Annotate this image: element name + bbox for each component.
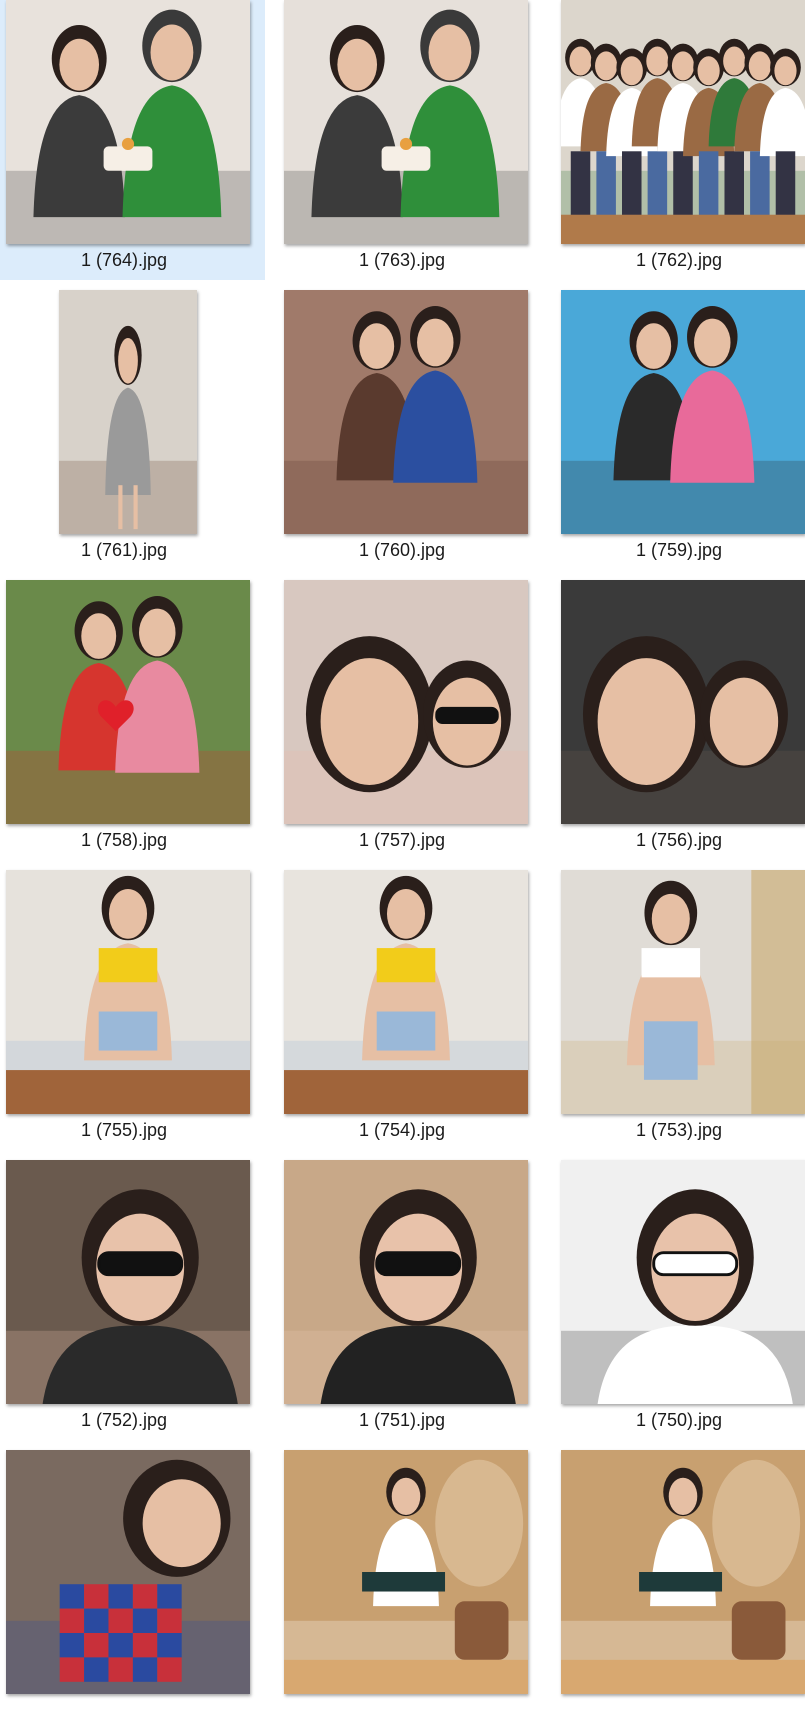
photo-image	[284, 580, 528, 824]
file-thumbnail[interactable]	[561, 1450, 805, 1694]
file-name-label: 1 (755).jpg	[80, 1120, 168, 1140]
file-tile[interactable]: 1 (752).jpg	[0, 1160, 265, 1440]
photo-image	[561, 1160, 805, 1404]
file-thumbnail[interactable]	[561, 1160, 805, 1404]
photo-image	[6, 870, 250, 1114]
file-tile[interactable]: 1 (751).jpg	[278, 1160, 543, 1440]
file-name-label: 1 (761).jpg	[80, 540, 168, 560]
file-thumbnail[interactable]	[6, 1450, 250, 1694]
file-tile[interactable]: 1 (763).jpg	[278, 0, 543, 280]
file-tile[interactable]: 1 (759).jpg	[555, 290, 805, 570]
photo-image	[6, 0, 250, 244]
file-thumbnail[interactable]	[284, 870, 528, 1114]
photo-image	[561, 0, 805, 244]
file-name-label: 1 (753).jpg	[635, 1120, 723, 1140]
file-tile[interactable]: 1 (750).jpg	[555, 1160, 805, 1440]
file-tile[interactable]	[0, 1450, 265, 1730]
file-name-label: 1 (759).jpg	[635, 540, 723, 560]
file-thumbnail[interactable]	[6, 580, 250, 824]
file-tile[interactable]: 1 (757).jpg	[278, 580, 543, 860]
file-tile[interactable]: 1 (762).jpg	[555, 0, 805, 280]
file-tile[interactable]	[278, 1450, 543, 1730]
file-thumbnail[interactable]	[284, 1160, 528, 1404]
photo-image	[59, 290, 197, 534]
file-thumbnail[interactable]	[6, 0, 250, 244]
file-name-label: 1 (763).jpg	[358, 250, 446, 270]
photo-image	[284, 1160, 528, 1404]
file-name-label: 1 (750).jpg	[635, 1410, 723, 1430]
file-name-label: 1 (751).jpg	[358, 1410, 446, 1430]
file-name-label: 1 (754).jpg	[358, 1120, 446, 1140]
file-name-label: 1 (752).jpg	[80, 1410, 168, 1430]
file-thumbnail[interactable]	[284, 290, 528, 534]
photo-image	[284, 290, 528, 534]
file-thumbnail[interactable]	[561, 870, 805, 1114]
file-name-label: 1 (758).jpg	[80, 830, 168, 850]
file-name-label: 1 (757).jpg	[358, 830, 446, 850]
file-name-label: 1 (762).jpg	[635, 250, 723, 270]
photo-image	[561, 290, 805, 534]
file-tile[interactable]: 1 (755).jpg	[0, 870, 265, 1150]
file-thumbnail[interactable]	[561, 580, 805, 824]
photo-image	[6, 1160, 250, 1404]
file-tile[interactable]: 1 (753).jpg	[555, 870, 805, 1150]
photo-image	[284, 0, 528, 244]
file-thumbnail[interactable]	[561, 0, 805, 244]
file-tile[interactable]: 1 (758).jpg	[0, 580, 265, 860]
file-tile[interactable]: 1 (764).jpg	[0, 0, 265, 280]
photo-image	[6, 1450, 250, 1694]
photo-image	[6, 580, 250, 824]
photo-image	[561, 1450, 805, 1694]
file-tile[interactable]: 1 (761).jpg	[0, 290, 265, 570]
file-tile[interactable]: 1 (760).jpg	[278, 290, 543, 570]
file-tile[interactable]	[555, 1450, 805, 1730]
file-thumbnail[interactable]	[59, 290, 197, 534]
file-thumbnail[interactable]	[6, 870, 250, 1114]
file-name-label: 1 (756).jpg	[635, 830, 723, 850]
file-tile[interactable]: 1 (754).jpg	[278, 870, 543, 1150]
file-grid: 1 (764).jpg 1 (763).jpg 1 (762).jpg 1 (761)…	[0, 0, 805, 1694]
photo-image	[284, 870, 528, 1114]
file-thumbnail[interactable]	[561, 290, 805, 534]
file-thumbnail[interactable]	[6, 1160, 250, 1404]
file-thumbnail[interactable]	[284, 580, 528, 824]
photo-image	[561, 580, 805, 824]
file-name-label: 1 (764).jpg	[80, 250, 168, 270]
photo-image	[284, 1450, 528, 1694]
photo-image	[561, 870, 805, 1114]
file-name-label: 1 (760).jpg	[358, 540, 446, 560]
file-tile[interactable]: 1 (756).jpg	[555, 580, 805, 860]
file-thumbnail[interactable]	[284, 0, 528, 244]
file-thumbnail[interactable]	[284, 1450, 528, 1694]
